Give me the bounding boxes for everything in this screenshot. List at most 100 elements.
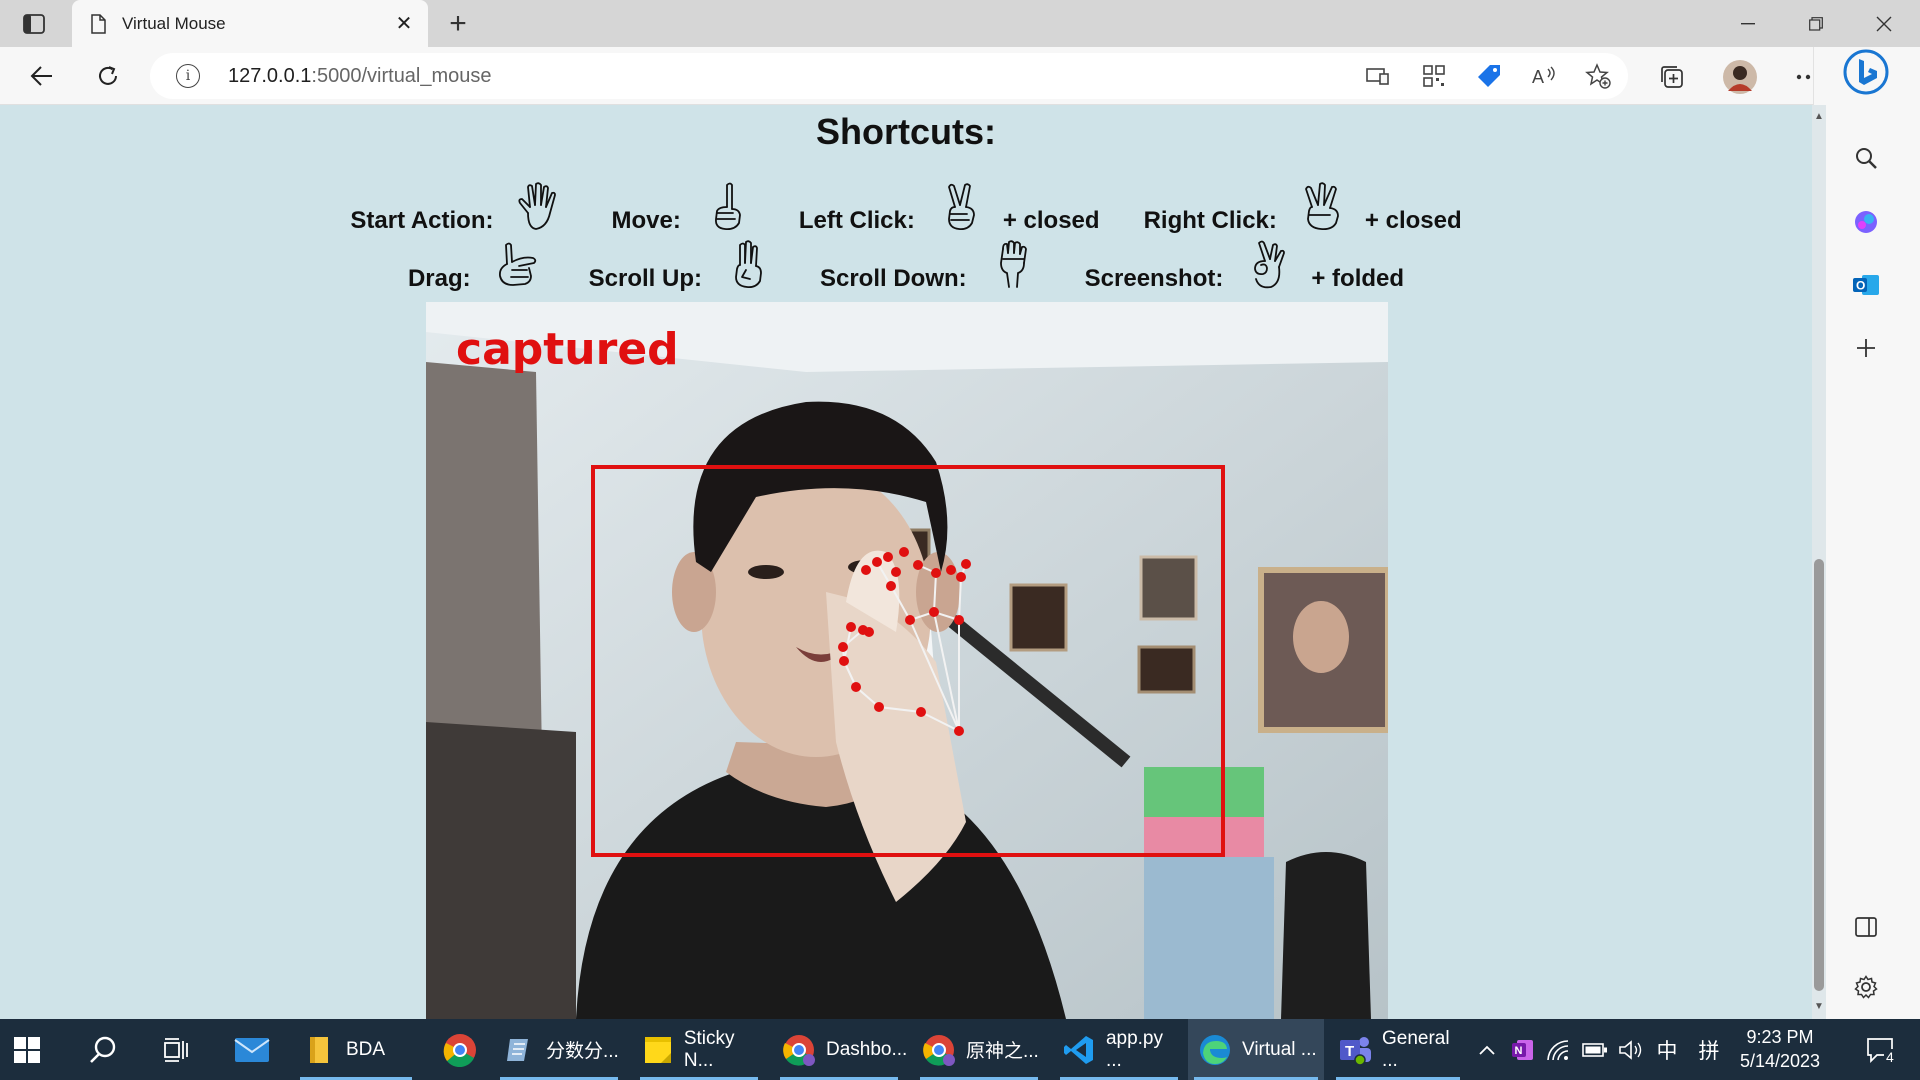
taskbar-chrome-genshin[interactable]: 原神之... xyxy=(914,1019,1044,1080)
index-up-icon xyxy=(699,179,755,235)
refresh-button[interactable] xyxy=(88,57,128,95)
notification-center-button[interactable]: 4 xyxy=(1858,1019,1904,1080)
gear-icon xyxy=(1854,975,1878,999)
scrollbar-thumb[interactable] xyxy=(1814,559,1824,991)
scroll-down-arrow-icon[interactable]: ▼ xyxy=(1814,1001,1824,1012)
shopping-tag-icon[interactable] xyxy=(1475,63,1503,89)
show-hidden-icons-button[interactable] xyxy=(1474,1019,1500,1080)
taskbar-chrome[interactable] xyxy=(436,1019,484,1080)
tray-network[interactable] xyxy=(1544,1019,1574,1080)
clock[interactable]: 9:23 PM 5/14/2023 xyxy=(1720,1025,1840,1073)
search-icon xyxy=(90,1036,116,1063)
taskbar-search-button[interactable] xyxy=(88,1019,132,1080)
tray-volume[interactable] xyxy=(1616,1019,1646,1080)
webcam-feed: captured xyxy=(426,302,1388,1019)
shortcut-start-action: Start Action: xyxy=(350,179,567,235)
chevron-up-icon xyxy=(1479,1045,1495,1055)
bing-icon xyxy=(1843,49,1889,95)
sidebar-search-button[interactable] xyxy=(1841,133,1891,183)
discover-icon xyxy=(1855,211,1877,233)
chrome-profile-icon xyxy=(782,1033,816,1067)
shortcut-left-click: Left Click: + closed xyxy=(799,179,1100,235)
profile-button[interactable] xyxy=(1722,59,1758,95)
sidebar-toggle-icon xyxy=(1855,917,1877,937)
windows-taskbar: BDA 分数分... Sticky N... Dashbo... 原神之... … xyxy=(0,1019,1920,1080)
tab-virtual-mouse[interactable]: Virtual Mouse ✕ xyxy=(72,0,428,47)
fingers-up-icon xyxy=(720,237,776,293)
scroll-up-arrow-icon[interactable]: ▲ xyxy=(1814,111,1824,122)
page-scrollbar[interactable]: ▲ ▼ xyxy=(1812,105,1826,1019)
shortcut-drag: Drag: xyxy=(408,237,545,293)
tray-ime-language[interactable]: 中 xyxy=(1652,1019,1682,1080)
svg-text:T: T xyxy=(1345,1043,1354,1060)
start-button[interactable] xyxy=(14,1019,58,1080)
tab-actions-icon xyxy=(23,14,45,34)
teams-icon: T xyxy=(1338,1033,1372,1067)
pinch-hand-icon xyxy=(489,237,545,293)
app-available-icon[interactable] xyxy=(1364,63,1392,89)
tab-title: Virtual Mouse xyxy=(122,13,226,33)
sidebar-discover-button[interactable] xyxy=(1841,197,1891,247)
captured-label: captured xyxy=(456,324,679,375)
edge-sidebar: O xyxy=(1813,47,1920,1019)
edge-icon xyxy=(1198,1033,1232,1067)
bing-chat-button[interactable] xyxy=(1841,47,1891,97)
restore-button[interactable] xyxy=(1782,0,1850,47)
svg-text:O: O xyxy=(1856,279,1865,293)
page-icon xyxy=(91,13,106,34)
read-aloud-icon[interactable]: A xyxy=(1530,63,1558,89)
onenote-icon: N xyxy=(1512,1039,1533,1060)
collections-button[interactable] xyxy=(1654,59,1690,95)
sticky-notes-icon xyxy=(642,1033,674,1067)
hide-sidebar-button[interactable] xyxy=(1841,902,1891,952)
sidebar-add-button[interactable] xyxy=(1841,323,1891,373)
address-bar[interactable]: i 127.0.0.1:5000/virtual_mouse A xyxy=(150,53,1628,99)
tab-actions-button[interactable] xyxy=(14,9,54,39)
tray-onenote[interactable]: N xyxy=(1508,1019,1538,1080)
minimize-button[interactable] xyxy=(1714,0,1782,47)
folder-icon xyxy=(302,1033,336,1067)
speaker-icon xyxy=(1619,1039,1642,1060)
notification-count-badge: 4 xyxy=(1884,1049,1896,1065)
close-icon xyxy=(1876,16,1892,31)
tray-battery[interactable] xyxy=(1580,1019,1610,1080)
taskbar-notepad[interactable]: 分数分... xyxy=(494,1019,624,1080)
page-content: Shortcuts: Start Action: Move: Left Clic… xyxy=(0,105,1812,1019)
task-view-button[interactable] xyxy=(162,1019,206,1080)
search-icon xyxy=(1856,148,1877,169)
qr-code-icon[interactable] xyxy=(1420,63,1448,89)
close-window-button[interactable] xyxy=(1850,0,1918,47)
plus-icon xyxy=(1857,339,1875,357)
new-tab-button[interactable]: + xyxy=(440,6,476,42)
avatar xyxy=(1723,60,1757,94)
taskbar-teams[interactable]: T General ... xyxy=(1330,1019,1466,1080)
shortcuts-row-1: Start Action: Move: Left Click: + closed… xyxy=(0,179,1812,235)
back-button[interactable] xyxy=(22,57,62,95)
notepad-icon xyxy=(502,1033,536,1067)
shortcut-scroll-down: Scroll Down: xyxy=(820,237,1041,293)
taskbar-chrome-dashboard[interactable]: Dashbo... xyxy=(774,1019,907,1080)
site-info-icon[interactable]: i xyxy=(176,64,200,88)
svg-text:A: A xyxy=(1532,67,1544,87)
victory-hand-icon xyxy=(933,179,989,235)
shortcut-screenshot: Screenshot: + folded xyxy=(1085,237,1404,293)
chrome-icon xyxy=(443,1033,476,1067)
clock-date: 5/14/2023 xyxy=(1739,1051,1821,1071)
taskbar-sticky-notes[interactable]: Sticky N... xyxy=(634,1019,764,1080)
collections-icon xyxy=(1661,66,1683,88)
fist-down-icon xyxy=(985,237,1041,293)
taskbar-edge-virtual-mouse[interactable]: Virtual ... xyxy=(1188,1019,1324,1080)
battery-icon xyxy=(1582,1042,1607,1057)
tab-strip: Virtual Mouse ✕ + xyxy=(0,0,1920,47)
page-title: Shortcuts: xyxy=(816,111,996,152)
sidebar-outlook-button[interactable]: O xyxy=(1841,260,1891,310)
ok-hand-icon xyxy=(1241,237,1297,293)
close-tab-icon[interactable]: ✕ xyxy=(386,6,422,42)
taskbar-bda[interactable]: BDA xyxy=(294,1019,418,1080)
sidebar-settings-button[interactable] xyxy=(1841,962,1891,1012)
add-favorite-icon[interactable] xyxy=(1584,63,1612,89)
taskbar-mail[interactable] xyxy=(234,1019,278,1080)
url-text[interactable]: 127.0.0.1:5000/virtual_mouse xyxy=(228,65,492,88)
webcam-frame: captured xyxy=(426,302,1388,1019)
taskbar-vscode[interactable]: app.py ... xyxy=(1054,1019,1184,1080)
